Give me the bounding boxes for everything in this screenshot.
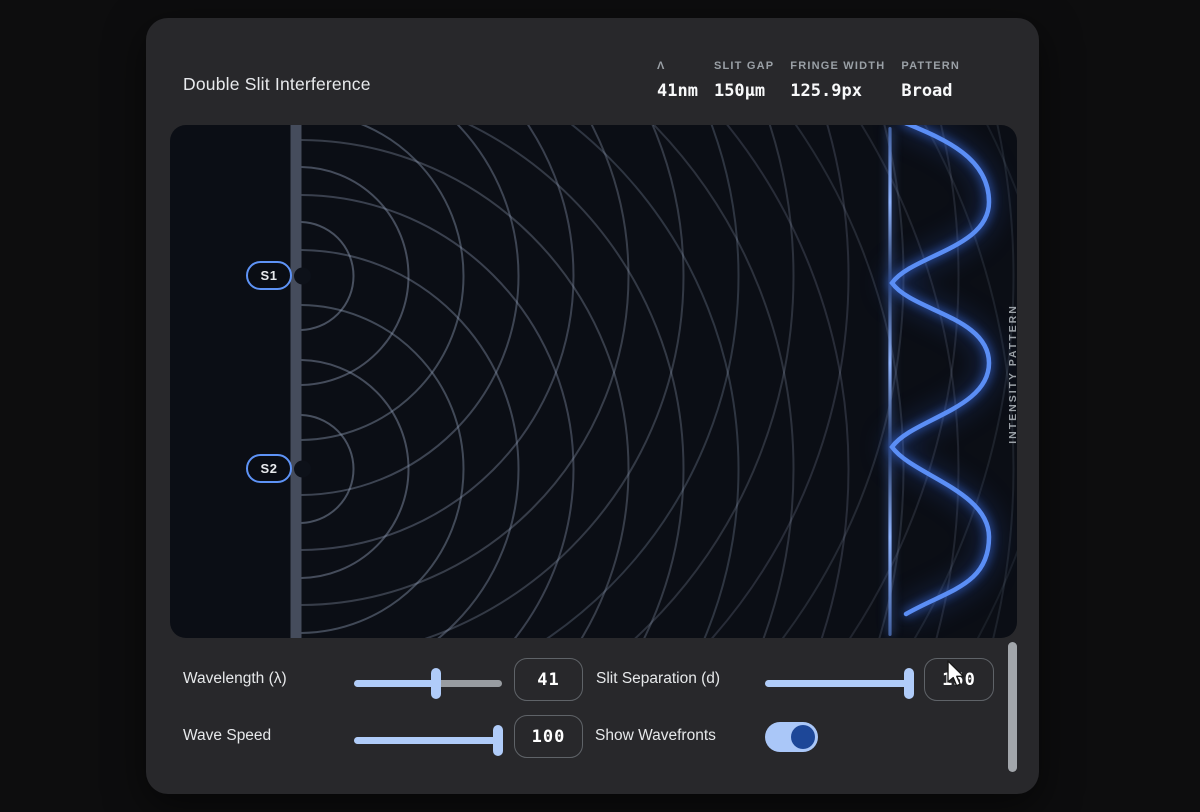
stat-fringe-width-label: FRINGE WIDTH [790, 60, 885, 72]
simulation-canvas[interactable]: S1 S2 INTENSITY PATTERN [170, 125, 1017, 638]
wave-speed-input[interactable]: 100 [514, 715, 583, 758]
stat-pattern-value: Broad [901, 81, 960, 101]
wave-speed-label: Wave Speed [183, 727, 271, 745]
slit-separation-slider-track[interactable] [765, 680, 914, 687]
wave-speed-slider-thumb[interactable] [493, 725, 503, 756]
stat-pattern: PATTERN Broad [901, 60, 960, 101]
slit-s1-badge[interactable]: S1 [246, 261, 292, 290]
slit-separation-slider-fill [765, 680, 914, 687]
wave-speed-slider[interactable] [354, 725, 503, 756]
wave-speed-slider-fill [354, 737, 503, 744]
slit-separation-slider-thumb[interactable] [904, 668, 914, 699]
slit-s2-badge[interactable]: S2 [246, 454, 292, 483]
wavefront-visualization [170, 125, 1017, 638]
stat-slit-gap-label: SLIT GAP [714, 60, 774, 72]
wavelength-input[interactable]: 41 [514, 658, 583, 701]
stat-fringe-width-value: 125.9px [790, 81, 885, 101]
stat-slit-gap: SLIT GAP 150µm [714, 60, 774, 101]
show-wavefronts-toggle[interactable] [765, 722, 818, 752]
stat-wavelength-value: 41nm [657, 81, 698, 101]
header-stats: Λ 41nm SLIT GAP 150µm FRINGE WIDTH 125.9… [657, 60, 960, 101]
show-wavefronts-label: Show Wavefronts [595, 727, 716, 745]
page-title: Double Slit Interference [183, 74, 371, 95]
wavelength-label: Wavelength (λ) [183, 670, 287, 688]
wavelength-slider-fill [354, 680, 437, 687]
wave-speed-slider-track[interactable] [354, 737, 503, 744]
stat-fringe-width: FRINGE WIDTH 125.9px [790, 60, 885, 101]
wavelength-slider-track[interactable] [354, 680, 502, 687]
slit-separation-slider[interactable] [765, 668, 914, 699]
intensity-pattern-label: INTENSITY PATTERN [1007, 294, 1017, 454]
stat-wavelength-label: Λ [657, 60, 698, 72]
slit-separation-label: Slit Separation (d) [596, 670, 720, 688]
wavelength-slider[interactable] [354, 668, 502, 699]
mouse-cursor [946, 660, 968, 690]
toggle-knob [791, 725, 815, 749]
stat-wavelength: Λ 41nm [657, 60, 698, 101]
stat-pattern-label: PATTERN [901, 60, 960, 72]
stat-slit-gap-value: 150µm [714, 81, 774, 101]
app-panel: Double Slit Interference Λ 41nm SLIT GAP… [146, 18, 1039, 794]
scrollbar[interactable] [1008, 642, 1017, 772]
wavelength-slider-thumb[interactable] [431, 668, 441, 699]
